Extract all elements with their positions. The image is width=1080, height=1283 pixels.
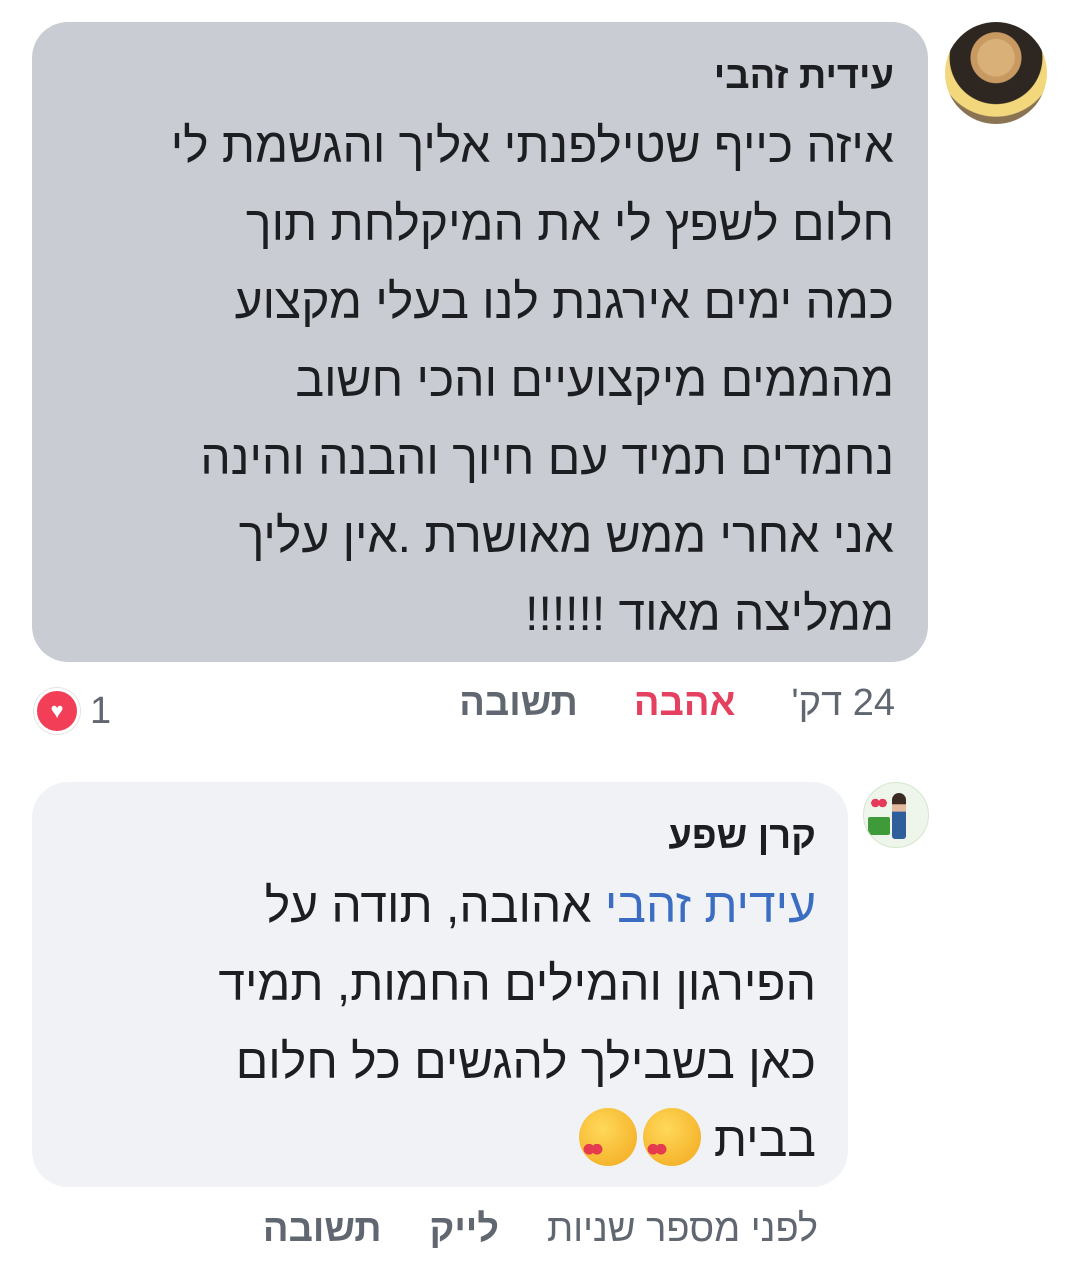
comment-line: חלום לשפץ לי את המיקלחת תוך: [245, 198, 894, 251]
reply-line-text: אהובה, תודה על: [264, 880, 605, 933]
reply-line: הפירגון והמילים החמות, תמיד: [218, 958, 816, 1011]
comment-line: ממליצה מאוד !!!!!!: [525, 588, 894, 641]
kissing-heart-emoji-icon: [642, 1108, 701, 1166]
reply-line: עידית זהבי אהובה, תודה על: [64, 868, 816, 946]
hearts-logo-icon: [870, 795, 888, 811]
reply-bubble[interactable]: קרן שפע עידית זהבי אהובה, תודה על הפירגו…: [32, 782, 848, 1187]
reaction-count: 1: [90, 689, 112, 732]
reply-actions: לפני מספר שניות לייק תשובה: [263, 1208, 818, 1251]
comment-text: איזה כייף שטילפנתי אליך והגשמת לי חלום ל…: [66, 108, 894, 654]
comment-line: מהממים מיקצועיים והכי חשוב: [295, 354, 894, 407]
comment-author[interactable]: עידית זהבי: [66, 52, 894, 100]
reply-button[interactable]: תשובה: [459, 682, 578, 725]
comment-line: איזה כייף שטילפנתי אליך והגשמת לי: [170, 120, 894, 173]
comment-actions: 24 דק' אהבה תשובה: [459, 682, 895, 725]
comment-line: כמה ימים אירגנת לנו בעלי מקצוע: [234, 276, 894, 329]
reply-text: עידית זהבי אהובה, תודה על הפירגון והמילי…: [64, 868, 816, 1180]
reply-line: בבית: [64, 1102, 816, 1180]
reply-timestamp[interactable]: לפני מספר שניות: [547, 1208, 818, 1251]
reaction-summary[interactable]: ♥ 1: [34, 688, 111, 734]
like-button[interactable]: לייק: [430, 1208, 500, 1251]
reply-author[interactable]: קרן שפע: [64, 812, 816, 860]
logo-sign-icon: [868, 817, 890, 835]
mention-link[interactable]: עידית זהבי: [605, 880, 816, 933]
heart-icon: ♥: [34, 688, 80, 734]
person-figure-icon: [892, 793, 906, 839]
comment-bubble[interactable]: עידית זהבי איזה כייף שטילפנתי אליך והגשמ…: [32, 22, 928, 662]
love-button[interactable]: אהבה: [634, 682, 736, 725]
avatar-keren-shefa[interactable]: [863, 782, 929, 848]
comment-timestamp[interactable]: 24 דק': [791, 682, 895, 725]
comment-line: אני אחרי ממש מאושרת .אין עליך: [238, 510, 894, 563]
reply-line-text: בבית: [713, 1114, 816, 1167]
avatar-idit-zehavi[interactable]: [945, 22, 1047, 124]
kissing-heart-emoji-icon: [578, 1108, 637, 1166]
comment-line: נחמדים תמיד עם חיוך והבנה והינה: [200, 432, 894, 485]
reply-line: כאן בשבילך להגשים כל חלום: [235, 1036, 816, 1089]
reply-button[interactable]: תשובה: [263, 1208, 382, 1251]
